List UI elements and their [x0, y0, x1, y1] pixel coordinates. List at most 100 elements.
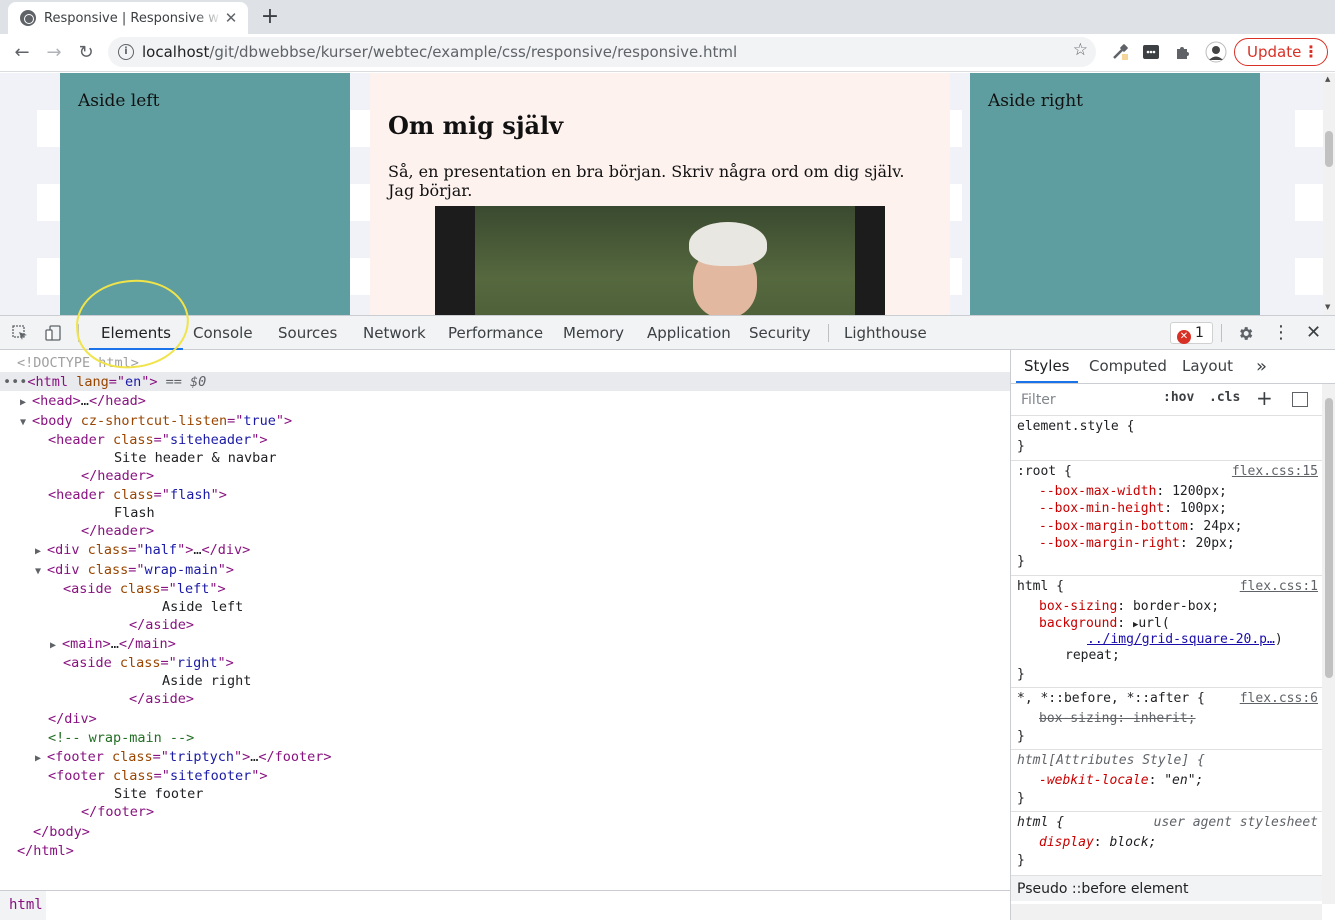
dom-sitefooter-close[interactable]: </footer> — [81, 803, 154, 821]
scrollbar-thumb[interactable] — [1325, 131, 1333, 167]
bookmark-star-icon[interactable]: ☆ — [1073, 40, 1088, 60]
tab-memory[interactable]: Memory — [551, 316, 636, 350]
root-selector[interactable]: :root — [1017, 464, 1056, 479]
dom-flash-close[interactable]: </header> — [81, 522, 154, 540]
html-source-link[interactable]: flex.css:1 — [1240, 579, 1318, 594]
address-bar[interactable]: i localhost/git/dbwebbse/kurser/webtec/e… — [108, 37, 1096, 67]
update-button[interactable]: Update ⋮ — [1234, 38, 1328, 66]
styles-filter-input[interactable]: Filter — [1017, 389, 1151, 411]
collapse-triangle-icon[interactable]: ▼ — [35, 563, 47, 581]
cls-toggle[interactable]: .cls — [1209, 390, 1240, 405]
new-rule-plus-icon[interactable]: + — [1256, 386, 1273, 410]
dom-aside-right-close[interactable]: </aside> — [129, 690, 194, 708]
new-tab-button[interactable]: + — [256, 4, 284, 32]
dom-sitefooter-node[interactable]: <footer class="sitefooter"> — [48, 767, 267, 785]
menu-kebab-icon[interactable]: ⋮ — [1303, 39, 1319, 65]
expand-triangle-icon[interactable]: ▶ — [20, 394, 32, 412]
dom-siteheader-node[interactable]: <header class="siteheader"> — [48, 431, 267, 449]
dom-half-node[interactable]: ▶ <div class="half">…</div> — [35, 541, 250, 559]
dom-flash-node[interactable]: <header class="flash"> — [48, 486, 227, 504]
back-arrow-icon[interactable]: ← — [8, 39, 36, 67]
webkit-locale-prop[interactable]: -webkit-locale: "en"; — [1039, 772, 1203, 789]
root-prop-4[interactable]: --box-margin-right: 20px; — [1039, 535, 1235, 552]
extensions-puzzle-icon[interactable] — [1174, 43, 1192, 61]
dom-sitefooter-text[interactable]: Site footer — [114, 785, 203, 803]
tab-console[interactable]: Console — [181, 316, 265, 350]
device-toolbar-icon[interactable] — [45, 325, 61, 341]
more-tabs-chevron-icon[interactable]: » — [1248, 350, 1275, 383]
attributes-style-selector[interactable]: html[Attributes Style] { — [1017, 753, 1205, 768]
expand-triangle-icon[interactable]: ▶ — [35, 543, 47, 561]
dom-siteheader-close[interactable]: </header> — [81, 467, 154, 485]
profile-avatar[interactable] — [1205, 41, 1227, 63]
toggle-sidebar-icon[interactable] — [1292, 392, 1308, 407]
tab-application[interactable]: Application — [635, 316, 743, 350]
tab-elements[interactable]: Elements — [89, 316, 183, 350]
universal-prop-overridden[interactable]: box-sizing: inherit; — [1039, 710, 1196, 727]
error-count-badge[interactable]: ✕ 1 — [1170, 322, 1213, 344]
dom-main-node[interactable]: ▶ <main>…</main> — [50, 635, 176, 653]
root-source-link[interactable]: flex.css:15 — [1232, 464, 1318, 479]
hov-toggle[interactable]: :hov — [1163, 390, 1194, 405]
dom-html-close[interactable]: </html> — [17, 842, 74, 860]
url-text[interactable]: localhost/git/dbwebbse/kurser/webtec/exa… — [142, 43, 737, 61]
dom-div-close[interactable]: </div> — [48, 710, 97, 728]
html-prop-box-sizing[interactable]: box-sizing: border-box; — [1039, 598, 1219, 615]
dom-doctype[interactable]: <!DOCTYPE html> — [17, 354, 139, 372]
dom-body-close[interactable]: </body> — [33, 823, 90, 841]
inspect-element-icon[interactable] — [12, 325, 28, 341]
display-prop[interactable]: display: block; — [1039, 834, 1156, 851]
root-prop-2[interactable]: --box-min-height: 100px; — [1039, 500, 1227, 517]
dom-head-node[interactable]: ▶ <head>…</head> — [20, 392, 146, 410]
page-scrollbar[interactable]: ▲ ▼ — [1323, 73, 1335, 315]
root-prop-1[interactable]: --box-max-width: 1200px; — [1039, 483, 1227, 500]
devtools-extension-icon[interactable] — [1142, 43, 1160, 61]
tab-styles[interactable]: Styles — [1016, 350, 1078, 383]
collapse-triangle-icon[interactable]: ▼ — [20, 414, 32, 432]
reload-icon[interactable]: ↻ — [72, 39, 100, 67]
browser-tab[interactable]: Responsive | Responsive w ✕ — [8, 2, 248, 34]
dom-wrap-main-node[interactable]: ▼ <div class="wrap-main"> — [35, 561, 234, 579]
dom-aside-right-text[interactable]: Aside right — [162, 672, 251, 690]
tab-network[interactable]: Network — [351, 316, 438, 350]
settings-gear-icon[interactable] — [1237, 325, 1254, 342]
dom-html-node[interactable]: •••<html lang="en"> == $0 — [3, 373, 206, 391]
close-tab-icon[interactable]: ✕ — [222, 9, 240, 27]
dom-triptych-node[interactable]: ▶ <footer class="triptych">…</footer> — [35, 748, 332, 766]
html-background-url[interactable]: ../img/grid-square-20.p…) — [1087, 631, 1283, 648]
dom-aside-left-close[interactable]: </aside> — [129, 616, 194, 634]
tab-security[interactable]: Security — [737, 316, 823, 350]
styles-scrollbar[interactable] — [1322, 384, 1335, 904]
dom-comment[interactable]: <!-- wrap-main --> — [48, 729, 194, 747]
eyedropper-extension-icon[interactable] — [1111, 43, 1129, 61]
html-prop-background[interactable]: background: ▶url( — [1039, 615, 1170, 632]
breadcrumb-html[interactable]: html — [0, 891, 46, 920]
dom-siteheader-text[interactable]: Site header & navbar — [114, 449, 277, 467]
dom-aside-right-node[interactable]: <aside class="right"> — [63, 654, 234, 672]
root-prop-3[interactable]: --box-margin-bottom: 24px; — [1039, 518, 1243, 535]
dom-flash-text[interactable]: Flash — [114, 504, 155, 522]
tab-computed[interactable]: Computed — [1081, 350, 1175, 383]
dom-aside-left-text[interactable]: Aside left — [162, 598, 243, 616]
pseudo-before-header[interactable]: Pseudo ::before element — [1011, 875, 1322, 901]
styles-horizontal-scrollbar[interactable] — [1011, 904, 1322, 920]
dom-aside-left-node[interactable]: <aside class="left"> — [63, 580, 226, 598]
universal-source-link[interactable]: flex.css:6 — [1240, 691, 1318, 706]
forward-arrow-icon[interactable]: → — [40, 39, 68, 67]
tab-sources[interactable]: Sources — [266, 316, 349, 350]
scroll-down-arrow-icon[interactable]: ▼ — [1325, 303, 1330, 311]
expand-triangle-icon[interactable]: ▶ — [35, 750, 47, 768]
expand-triangle-icon[interactable]: ▶ — [50, 637, 62, 655]
site-info-icon[interactable]: i — [118, 44, 134, 60]
devtools-menu-kebab-icon[interactable]: ⋮ — [1268, 316, 1294, 350]
scroll-up-arrow-icon[interactable]: ▲ — [1325, 75, 1330, 83]
dom-body-node[interactable]: ▼ <body cz-shortcut-listen="true"> — [20, 412, 292, 430]
html-selector[interactable]: html — [1017, 579, 1048, 594]
tab-layout[interactable]: Layout — [1174, 350, 1241, 383]
scrollbar-thumb[interactable] — [1325, 398, 1333, 678]
tab-performance[interactable]: Performance — [436, 316, 555, 350]
tab-lighthouse[interactable]: Lighthouse — [832, 316, 939, 350]
ua-selector[interactable]: html — [1017, 815, 1048, 830]
close-devtools-icon[interactable]: ✕ — [1302, 316, 1325, 350]
element-style-selector[interactable]: element.style { — [1017, 419, 1134, 434]
